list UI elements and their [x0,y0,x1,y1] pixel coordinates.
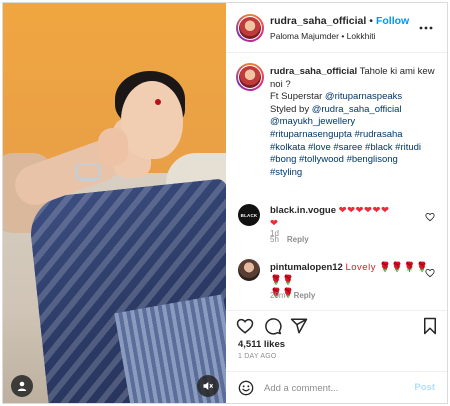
post-dialog: rudra_saha_official • Follow Paloma Majumd… [2,2,448,404]
comment-timestamp[interactable]: 5h [270,235,279,244]
comment-timestamp[interactable]: 20m [270,291,286,300]
caption-avatar-image [239,66,261,88]
comment-body: ❤❤❤❤❤❤ [338,205,390,216]
comment-meta: 5h Reply [270,235,317,244]
mute-button[interactable] [197,375,219,397]
author-avatar-image [239,17,261,39]
post-header: rudra_saha_official • Follow Paloma Majumd… [226,3,447,53]
author-username[interactable]: rudra_saha_official [270,15,366,27]
hashtags-line-4[interactable]: #styling [270,167,302,178]
post-date[interactable]: 1 DAY AGO [238,353,277,360]
comment-button[interactable] [264,317,284,337]
heart-icon [425,213,435,222]
action-bar [226,310,447,338]
mention-superstar[interactable]: @rituparnaspeaks [325,91,402,102]
follow-button[interactable]: Follow [376,15,409,27]
commenter-avatar-text: BLACK [240,212,258,218]
comment-icon [265,318,282,335]
media-face [121,81,183,159]
emoji-button[interactable] [238,380,254,396]
user-icon [17,381,27,391]
post-comment-button[interactable]: Post [414,382,435,393]
mention-stylist[interactable]: @rudra_saha_official [312,104,402,115]
share-button[interactable] [290,317,310,337]
caption-text: rudra_saha_official Tahole ki ami kew no… [270,66,440,179]
more-horizontal-icon [419,26,433,30]
media-bangles [75,163,101,181]
media-bindi [155,99,161,105]
commenter-username[interactable]: pintumalopen12 [270,262,343,273]
post-side-panel: rudra_saha_official • Follow Paloma Majumd… [226,3,447,403]
caption-line-3: Styled by [270,103,312,115]
commenter-avatar[interactable] [238,259,260,281]
hashtags-line-1[interactable]: #rituparnasengupta #rudrasaha [270,129,403,140]
smiley-icon [238,380,254,396]
media-hand [98,128,128,166]
caption-username[interactable]: rudra_saha_official [270,66,357,77]
speaker-muted-icon [203,382,214,390]
comment-like-button[interactable] [425,209,437,222]
post-media[interactable] [3,3,226,403]
author-avatar[interactable] [236,14,264,42]
more-options-button[interactable] [417,19,435,37]
commenter-username[interactable]: black.in.vogue [270,205,336,216]
commenter-avatar[interactable]: BLACK [238,204,260,226]
separator-dot: • [369,15,373,27]
comment-body-continued: ❤ [270,218,279,229]
comment-text: black.in.vogue ❤❤❤❤❤❤ ❤ [270,204,430,230]
caption-line-2: Ft Superstar [270,91,325,103]
hashtags-line-2[interactable]: #kolkata #love #saree #black #ritudi [270,142,421,153]
post-location[interactable]: Paloma Majumder • Lokkhiti [270,31,376,41]
mention-jewellery[interactable]: @mayukh_jewellery [270,116,355,127]
caption-author-avatar[interactable] [236,63,264,91]
heart-icon [425,269,435,278]
comment-input[interactable] [264,379,404,397]
hashtags-line-3[interactable]: #bong #tollywood #benglisong [270,154,398,165]
heart-icon [236,318,254,334]
bookmark-icon [424,317,436,335]
like-button[interactable] [236,317,256,337]
likes-count[interactable]: 4,511 likes [238,339,285,350]
send-icon [290,318,308,334]
comment-like-button[interactable] [425,265,437,278]
comment-composer: Post [226,371,447,403]
reply-button[interactable]: Reply [294,291,316,300]
comment-meta: 20m Reply [270,291,323,300]
reply-button[interactable]: Reply [287,235,309,244]
save-button[interactable] [422,317,442,337]
user-tag-button[interactable] [11,375,33,397]
